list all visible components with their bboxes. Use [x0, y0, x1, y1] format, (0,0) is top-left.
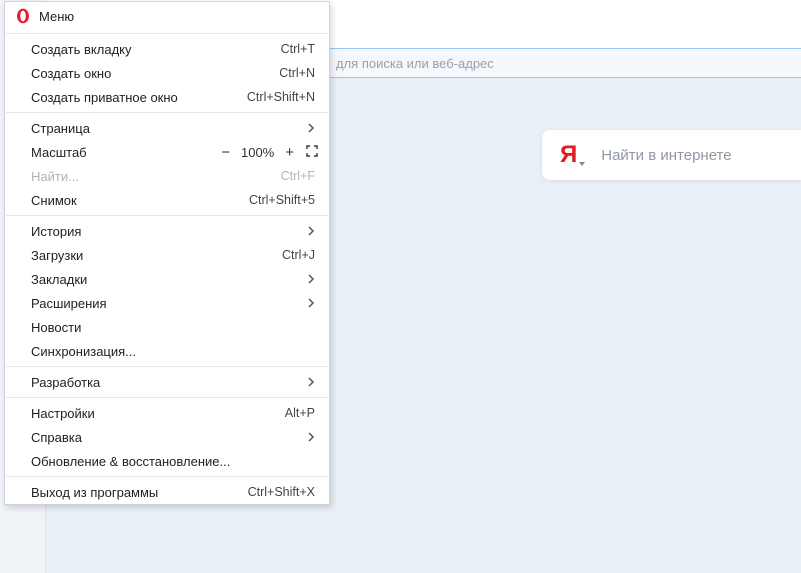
menu-item-label: Синхронизация...: [31, 344, 315, 359]
zoom-percent: 100%: [241, 145, 274, 160]
menu-item-shortcut: Ctrl+N: [279, 66, 315, 80]
menu-item-label: Создать приватное окно: [31, 90, 247, 105]
menu-item-label: Создать вкладку: [31, 42, 281, 57]
menu-item-shortcut: Ctrl+Shift+5: [249, 193, 315, 207]
menu-item-shortcut: Alt+P: [285, 406, 315, 420]
menu-item-news[interactable]: Новости: [5, 315, 329, 339]
menu-item-label: Расширения: [31, 296, 307, 311]
main-menu: Меню Создать вкладку Ctrl+T Создать окно…: [4, 1, 330, 505]
menu-item-extensions[interactable]: Расширения: [5, 291, 329, 315]
menu-item-find: Найти... Ctrl+F: [5, 164, 329, 188]
menu-item-exit[interactable]: Выход из программы Ctrl+Shift+X: [5, 480, 329, 504]
chevron-right-icon: [307, 224, 315, 239]
menu-separator: [6, 476, 328, 477]
chevron-right-icon: [307, 375, 315, 390]
fullscreen-icon[interactable]: [305, 144, 319, 161]
menu-separator: [6, 215, 328, 216]
opera-icon: [15, 8, 31, 24]
chevron-down-icon: [579, 162, 585, 166]
chevron-right-icon: [307, 121, 315, 136]
zoom-in-button[interactable]: +: [283, 145, 296, 160]
zoom-out-button[interactable]: −: [219, 145, 232, 160]
menu-item-shortcut: Ctrl+T: [281, 42, 315, 56]
menu-item-label: Масштаб: [31, 145, 219, 160]
menu-item-new-private[interactable]: Создать приватное окно Ctrl+Shift+N: [5, 85, 329, 109]
menu-separator: [6, 366, 328, 367]
menu-item-zoom: Масштаб − 100% +: [5, 140, 329, 164]
menu-item-new-tab[interactable]: Создать вкладку Ctrl+T: [5, 37, 329, 61]
chevron-right-icon: [307, 430, 315, 445]
chevron-right-icon: [307, 296, 315, 311]
yandex-icon[interactable]: Я: [560, 141, 587, 169]
menu-item-shortcut: Ctrl+J: [282, 248, 315, 262]
search-input[interactable]: [601, 147, 800, 164]
menu-item-history[interactable]: История: [5, 219, 329, 243]
menu-item-label: Новости: [31, 320, 315, 335]
menu-item-label: Выход из программы: [31, 485, 248, 500]
menu-item-label: История: [31, 224, 307, 239]
menu-item-settings[interactable]: Настройки Alt+P: [5, 401, 329, 425]
menu-separator: [6, 112, 328, 113]
menu-item-label: Справка: [31, 430, 307, 445]
menu-item-developer[interactable]: Разработка: [5, 370, 329, 394]
menu-item-shortcut: Ctrl+Shift+X: [248, 485, 315, 499]
menu-item-label: Снимок: [31, 193, 249, 208]
menu-item-shortcut: Ctrl+Shift+N: [247, 90, 315, 104]
menu-item-shortcut: Ctrl+F: [281, 169, 315, 183]
menu-item-snapshot[interactable]: Снимок Ctrl+Shift+5: [5, 188, 329, 212]
menu-item-sync[interactable]: Синхронизация...: [5, 339, 329, 363]
menu-item-page[interactable]: Страница: [5, 116, 329, 140]
menu-item-label: Найти...: [31, 169, 281, 184]
menu-item-label: Создать окно: [31, 66, 279, 81]
menu-item-label: Настройки: [31, 406, 285, 421]
menu-separator: [6, 33, 328, 34]
menu-item-label: Закладки: [31, 272, 307, 287]
menu-item-label: Загрузки: [31, 248, 282, 263]
menu-item-bookmarks[interactable]: Закладки: [5, 267, 329, 291]
menu-item-label: Страница: [31, 121, 307, 136]
menu-title: Меню: [39, 9, 74, 24]
menu-item-label: Обновление & восстановление...: [31, 454, 315, 469]
menu-item-new-window[interactable]: Создать окно Ctrl+N: [5, 61, 329, 85]
menu-item-label: Разработка: [31, 375, 307, 390]
menu-item-downloads[interactable]: Загрузки Ctrl+J: [5, 243, 329, 267]
search-card: Я: [542, 130, 801, 180]
menu-item-update[interactable]: Обновление & восстановление...: [5, 449, 329, 473]
yandex-letter: Я: [560, 141, 577, 168]
menu-separator: [6, 397, 328, 398]
menu-header[interactable]: Меню: [5, 2, 329, 30]
chevron-right-icon: [307, 272, 315, 287]
menu-item-help[interactable]: Справка: [5, 425, 329, 449]
